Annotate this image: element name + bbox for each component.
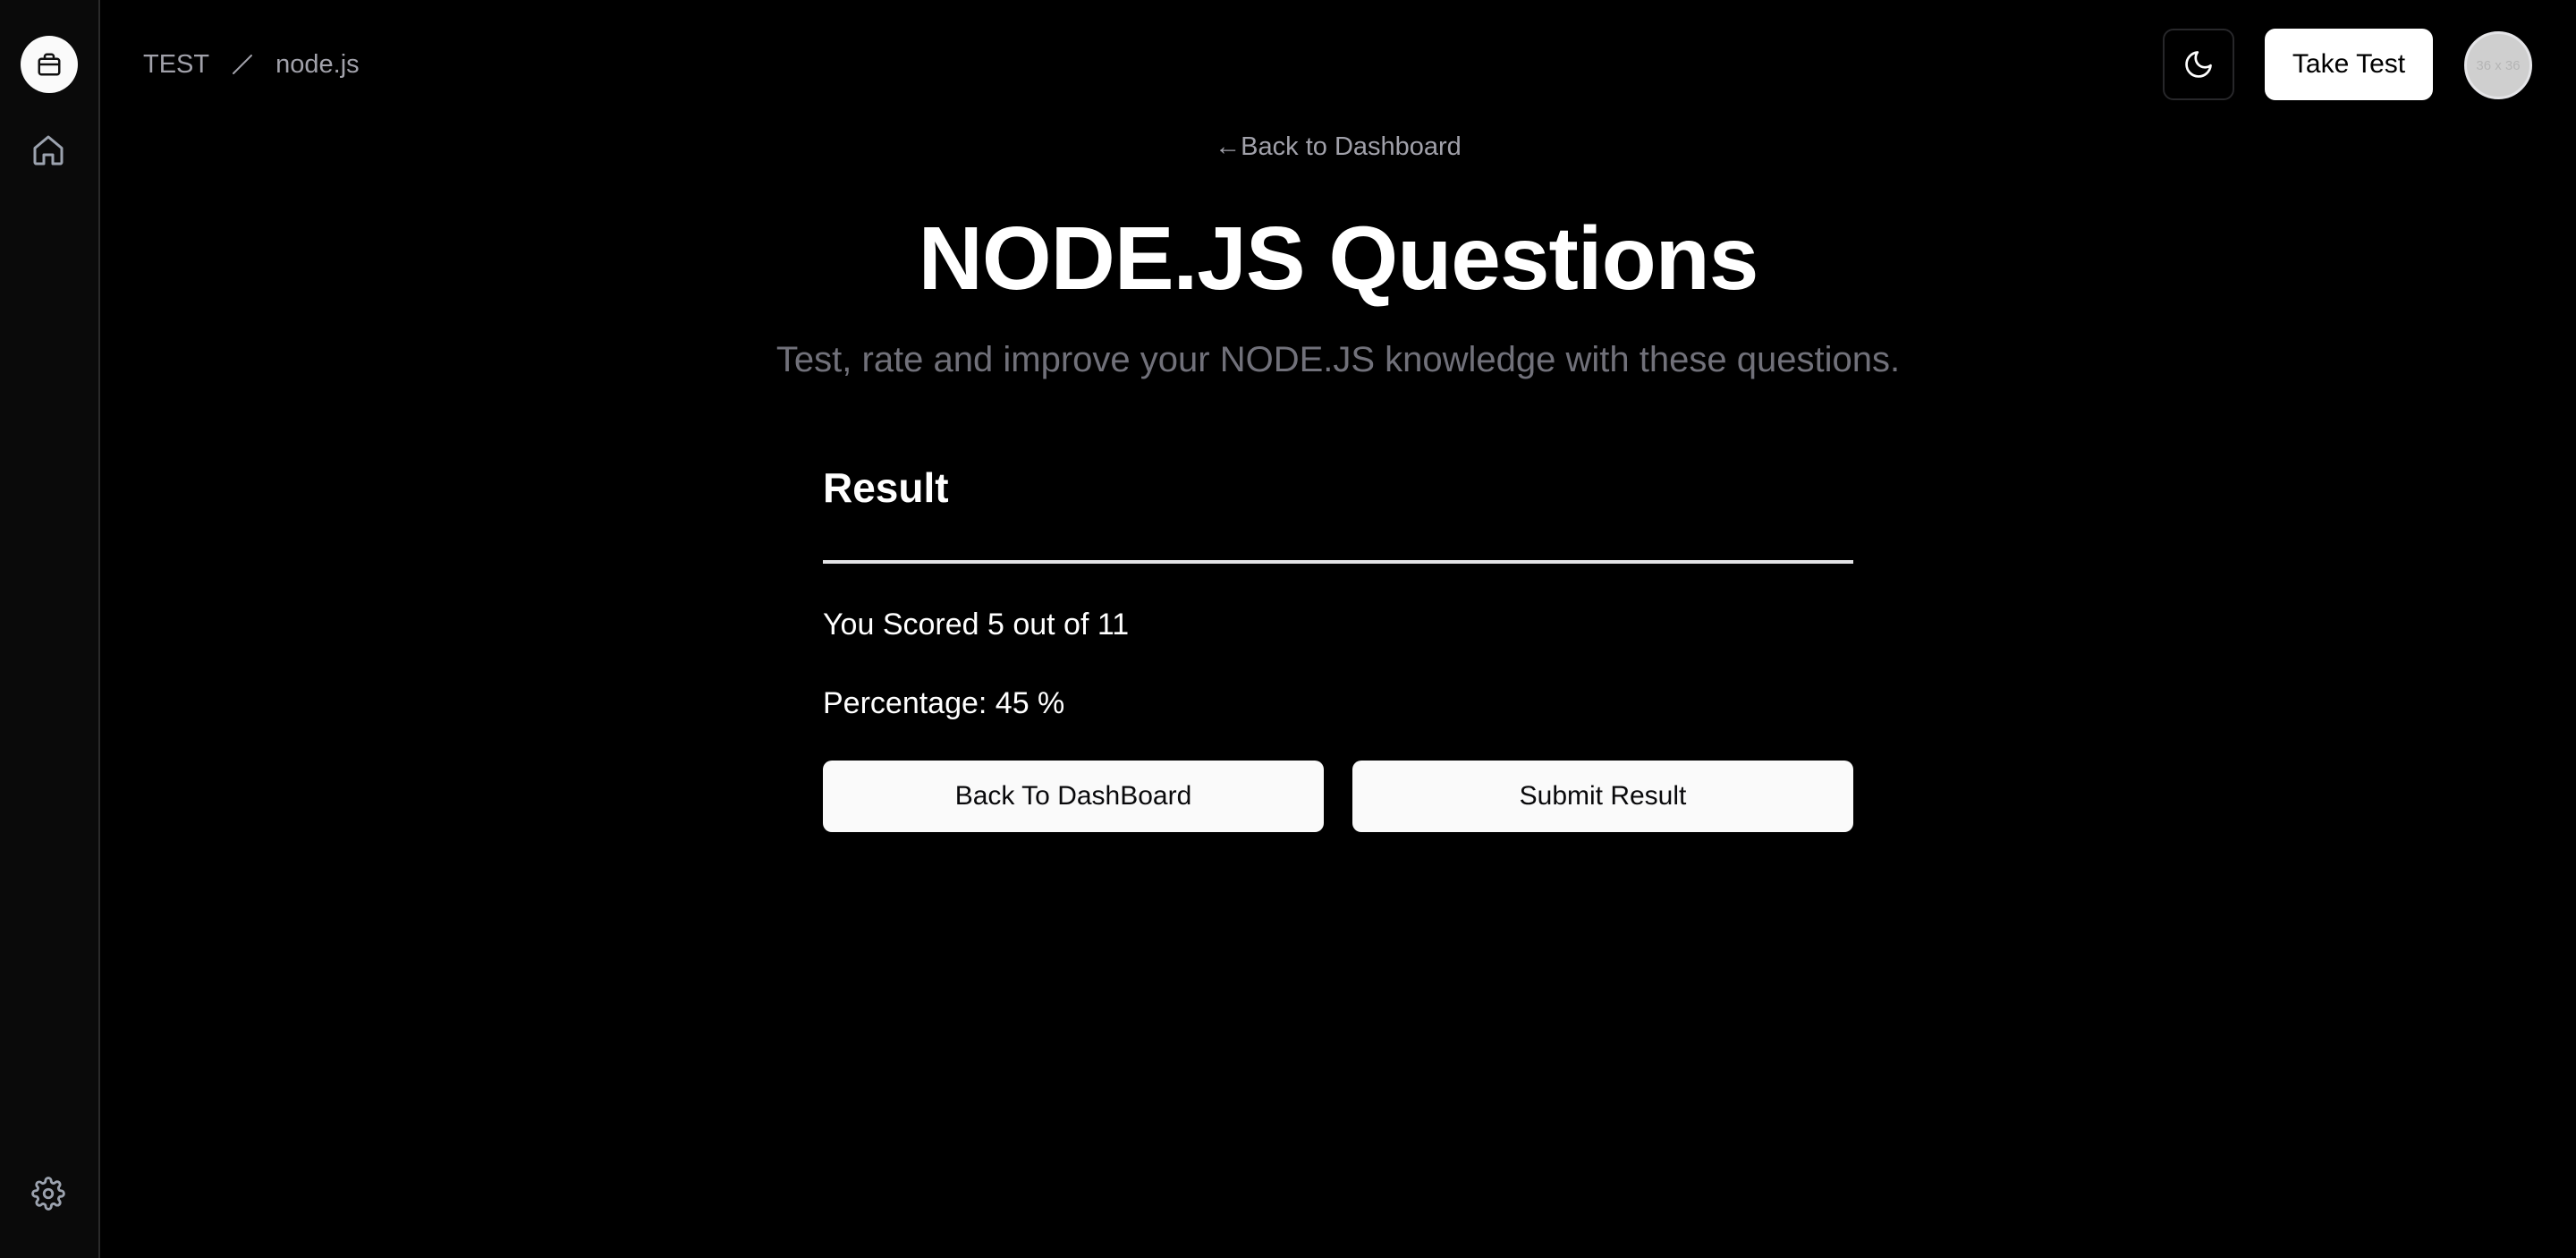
sidebar: [0, 0, 100, 1258]
breadcrumb-item-current[interactable]: node.js: [275, 50, 360, 80]
logo-icon[interactable]: [21, 36, 78, 93]
back-to-dashboard-link[interactable]: ←Back to Dashboard: [1215, 132, 1462, 161]
breadcrumb: TEST node.js: [143, 45, 360, 84]
back-to-dashboard-button[interactable]: Back To DashBoard: [823, 761, 1324, 832]
percentage-text: Percentage: 45 %: [823, 686, 1065, 720]
result-card: Result You Scored 5 out of 11 Percentage…: [823, 456, 1853, 832]
breadcrumb-item-test[interactable]: TEST: [143, 50, 209, 80]
avatar-placeholder-text: 36 x 36: [2476, 57, 2521, 73]
moon-icon: [2182, 48, 2215, 81]
result-actions: Back To DashBoard Submit Result: [823, 761, 1853, 832]
breadcrumb-separator-icon: [229, 51, 256, 78]
take-test-button[interactable]: Take Test: [2265, 29, 2433, 100]
page-subtitle: Test, rate and improve your NODE.JS know…: [775, 340, 1901, 379]
submit-result-button[interactable]: Submit Result: [1352, 761, 1853, 832]
theme-toggle-button[interactable]: [2163, 29, 2234, 100]
home-icon[interactable]: [27, 129, 70, 172]
result-divider: [823, 560, 1853, 564]
result-title: Result: [823, 464, 949, 511]
avatar[interactable]: 36 x 36: [2464, 31, 2532, 99]
back-to-dashboard-link-container: ←Back to Dashboard: [100, 132, 2576, 162]
gear-icon[interactable]: [27, 1172, 70, 1215]
page-title: NODE.JS Questions: [918, 208, 1759, 309]
score-text: You Scored 5 out of 11: [823, 608, 1130, 642]
